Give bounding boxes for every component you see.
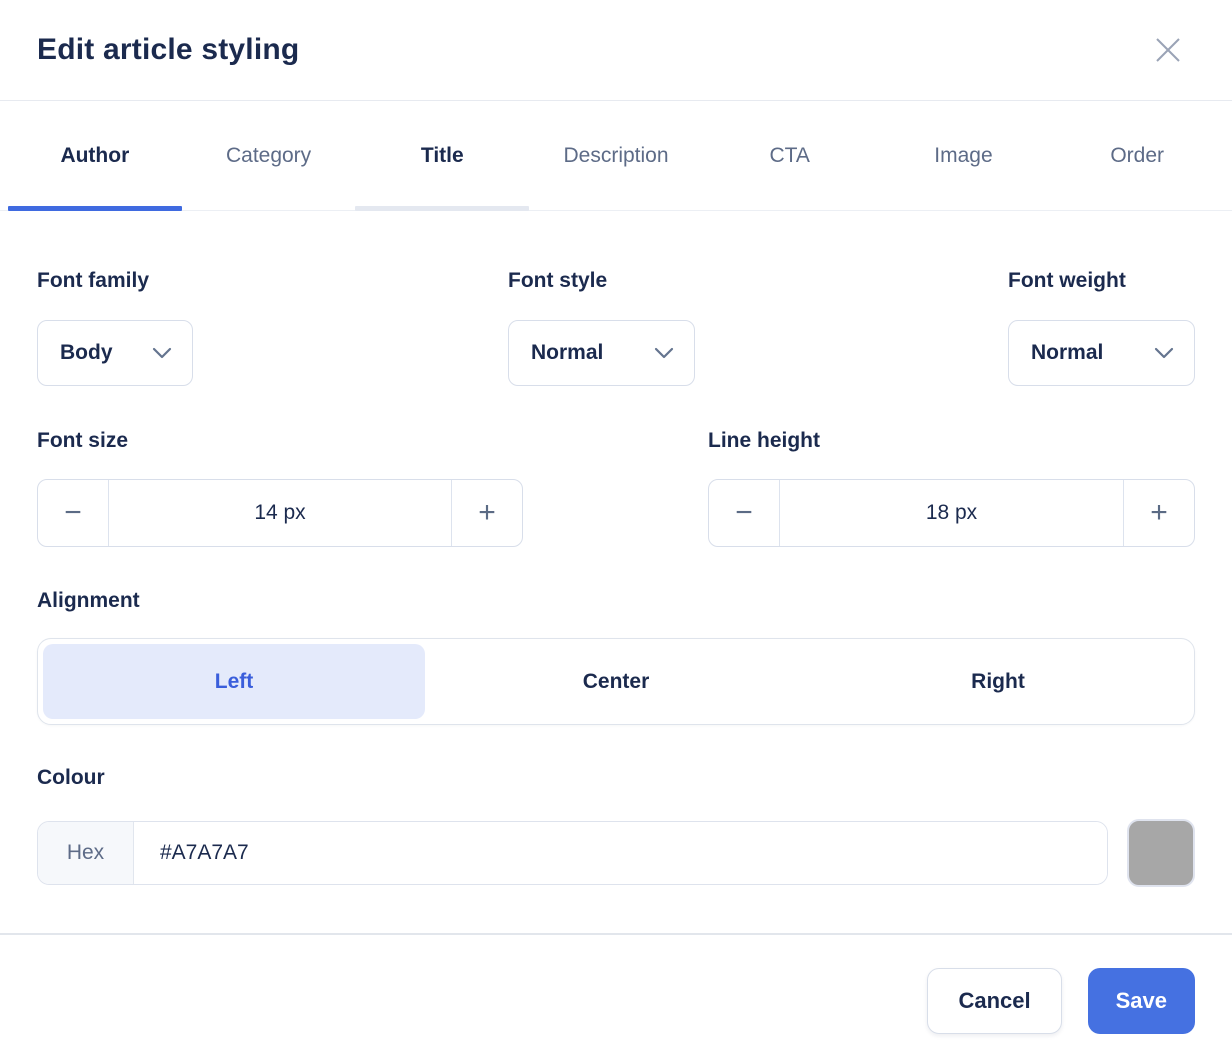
line-height-value[interactable]: 18 px — [780, 480, 1123, 546]
font-family-field: Font family Body — [37, 268, 508, 386]
colour-label: Colour — [37, 765, 1195, 791]
hex-input-group: Hex — [37, 821, 1108, 885]
hex-format-label: Hex — [38, 822, 134, 884]
font-size-field: Font size − 14 px + — [37, 428, 708, 547]
tab-author-label: Author — [60, 144, 129, 168]
line-height-label: Line height — [708, 428, 1195, 454]
tab-order-label: Order — [1110, 144, 1164, 168]
tab-category-label: Category — [226, 144, 311, 168]
font-size-label: Font size — [37, 428, 708, 454]
font-size-increment-button[interactable]: + — [451, 480, 522, 546]
font-weight-field: Font weight Normal — [1008, 268, 1195, 386]
font-style-field: Font style Normal — [508, 268, 1008, 386]
tab-description[interactable]: Description — [529, 101, 703, 210]
tab-cta[interactable]: CTA — [703, 101, 877, 210]
font-family-select[interactable]: Body — [37, 320, 193, 386]
alignment-left-button[interactable]: Left — [43, 644, 425, 719]
chevron-down-icon — [1154, 347, 1174, 359]
alignment-right-button[interactable]: Right — [807, 644, 1189, 719]
minus-icon: − — [64, 498, 82, 528]
font-size-value[interactable]: 14 px — [109, 480, 451, 546]
colour-swatch[interactable] — [1127, 819, 1195, 887]
tab-category[interactable]: Category — [182, 101, 356, 210]
tab-order[interactable]: Order — [1050, 101, 1224, 210]
footer-actions: Cancel Save — [0, 935, 1232, 1064]
dialog-footer: Cancel Save — [0, 933, 1232, 1064]
tab-title-indicator — [355, 206, 529, 211]
tab-active-indicator — [8, 206, 182, 211]
tab-bar: Author Category Title Description CTA Im… — [0, 101, 1232, 211]
alignment-label: Alignment — [37, 588, 1195, 614]
chevron-down-icon — [654, 347, 674, 359]
line-height-decrement-button[interactable]: − — [709, 480, 780, 546]
hex-colour-input[interactable] — [134, 822, 1107, 884]
close-icon — [1153, 35, 1183, 65]
font-weight-value: Normal — [1031, 341, 1103, 365]
colour-field: Colour Hex — [37, 765, 1195, 887]
close-button[interactable] — [1149, 31, 1187, 69]
save-button[interactable]: Save — [1088, 968, 1195, 1034]
alignment-segmented-control: Left Center Right — [37, 638, 1195, 725]
font-style-select[interactable]: Normal — [508, 320, 695, 386]
font-weight-select[interactable]: Normal — [1008, 320, 1195, 386]
tab-author[interactable]: Author — [8, 101, 182, 210]
tab-image-label: Image — [934, 144, 992, 168]
tab-image[interactable]: Image — [877, 101, 1051, 210]
chevron-down-icon — [152, 347, 172, 359]
font-size-decrement-button[interactable]: − — [38, 480, 109, 546]
alignment-center-button[interactable]: Center — [425, 644, 807, 719]
plus-icon: + — [1150, 498, 1168, 528]
font-options-row: Font family Body Font style Normal — [37, 268, 1195, 386]
cancel-button[interactable]: Cancel — [927, 968, 1061, 1034]
line-height-field: Line height − 18 px + — [708, 428, 1195, 547]
font-family-value: Body — [60, 341, 113, 365]
tab-cta-label: CTA — [770, 144, 810, 168]
size-options-row: Font size − 14 px + Line height − — [37, 428, 1195, 547]
font-size-stepper: − 14 px + — [37, 479, 523, 547]
font-weight-label: Font weight — [1008, 268, 1195, 294]
colour-row: Hex — [37, 819, 1195, 887]
minus-icon: − — [735, 498, 753, 528]
edit-article-styling-dialog: Edit article styling Author Category Tit… — [0, 0, 1232, 1064]
dialog-content: Font family Body Font style Normal — [0, 268, 1232, 887]
tab-title[interactable]: Title — [355, 101, 529, 210]
alignment-field: Alignment Left Center Right — [37, 588, 1195, 725]
dialog-header: Edit article styling — [0, 0, 1232, 101]
font-style-label: Font style — [508, 268, 1008, 294]
line-height-increment-button[interactable]: + — [1123, 480, 1194, 546]
font-family-label: Font family — [37, 268, 508, 294]
plus-icon: + — [478, 498, 496, 528]
tab-description-label: Description — [563, 144, 668, 168]
font-style-value: Normal — [531, 341, 603, 365]
dialog-title: Edit article styling — [37, 33, 299, 67]
tab-title-label: Title — [421, 144, 464, 168]
line-height-stepper: − 18 px + — [708, 479, 1195, 547]
